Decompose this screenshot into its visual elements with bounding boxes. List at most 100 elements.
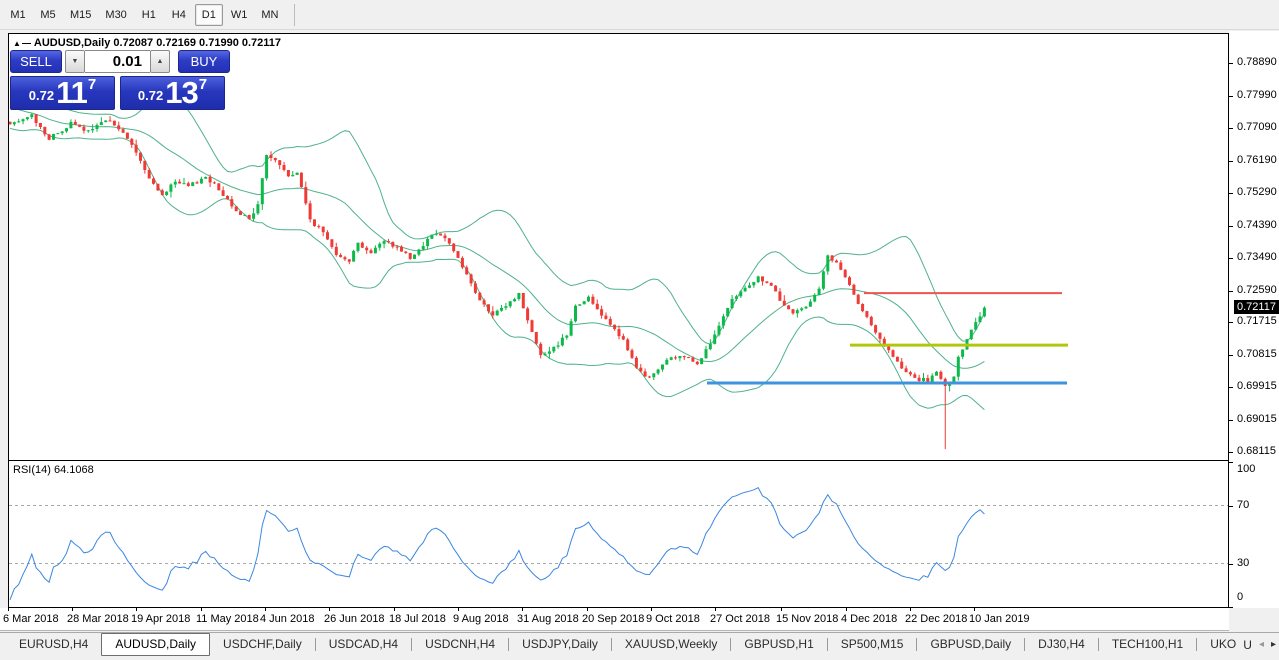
chart-tab-gbpusd[interactable]: GBPUSD,H1 [731,633,826,656]
timeframe-button-d1[interactable]: D1 [194,3,223,26]
candle-body [700,358,704,365]
candle-body [791,309,795,314]
candle-body [47,134,51,140]
ohlc-open: 0.72087 [113,37,154,49]
price-tick-label: 0.68115 [1237,445,1276,458]
candle-body [86,130,90,132]
timeframe-button-m5[interactable]: M5 [34,4,62,26]
date-tick-label: 28 Mar 2018 [67,613,129,625]
buy-button[interactable]: BUY [178,50,230,73]
volume-input[interactable]: 0.01 [85,50,150,73]
date-tick-label: 20 Sep 2018 [582,613,645,625]
buy-price-prefix: 0.72 [137,88,164,103]
candle-body [813,294,817,302]
price-tick-label: 0.69915 [1237,380,1277,393]
tab-scroll-left-icon[interactable]: ◂ [1259,639,1264,650]
date-tick-mark [201,608,202,611]
candle-body [608,318,612,325]
candle-body [234,206,238,212]
chart-tab-sp500[interactable]: SP500,M15 [828,633,917,656]
candle-body [226,195,229,200]
timeframe-button-m30[interactable]: M30 [99,4,132,26]
date-tick-label: 10 Jan 2019 [969,613,1030,625]
timeframe-button-h1[interactable]: H1 [135,4,163,26]
timeframe-button-m15[interactable]: M15 [64,4,97,26]
chart-tab-usdchf[interactable]: USDCHF,Daily [210,633,315,656]
candle-body [939,371,943,379]
chart-tab-eurusd[interactable]: EURUSD,H4 [6,633,101,656]
timeframe-button-w1[interactable]: W1 [225,4,254,26]
candle-body [839,262,843,270]
date-tick-mark [522,608,523,611]
candle-body [969,329,973,340]
candle-body [343,257,347,260]
sell-price-quote[interactable]: 0.72 11 7 [10,76,115,110]
chart-tab-usdjpy[interactable]: USDJPY,Daily [509,633,611,656]
date-tick-label: 11 May 2018 [196,613,259,625]
candle-body [473,283,477,293]
timeframe-button-m1[interactable]: M1 [4,4,32,26]
price-axis[interactable]: 0.78890 0.77990 0.77090 0.76190 0.75290 0.743… [1229,31,1279,608]
candle-body [682,356,686,358]
sell-button[interactable]: SELL [10,50,62,73]
candle-body [260,178,264,205]
chevron-up-icon: ▲ [156,58,164,65]
candle-body [82,126,86,131]
volume-decrease-button[interactable]: ▼ [65,50,85,73]
candle-body [221,190,225,196]
volume-increase-button[interactable]: ▲ [150,50,170,73]
price-tick-label: 0.77990 [1237,88,1277,101]
candle-body [265,155,269,179]
candle-body [208,177,212,183]
candle-body [569,321,573,336]
candle-body [748,285,751,288]
timeframe-button-h4[interactable]: H4 [165,4,193,26]
tab-scroll-right-icon[interactable]: ▸ [1271,639,1276,650]
candle-body [456,251,460,258]
chart-tab-gbpusd[interactable]: GBPUSD,Daily [917,633,1024,656]
candle-body [360,242,364,248]
candle-body [752,282,756,286]
candle-body [591,296,595,304]
buy-price-quote[interactable]: 0.72 13 7 [120,76,225,110]
rsi-tick-label: 70 [1237,498,1250,511]
candle-body [917,377,921,381]
candle-body [143,160,147,170]
candle-body [308,203,312,220]
candle-body [708,343,712,350]
candle-body [930,375,934,382]
chart-tab-usdcad[interactable]: USDCAD,H4 [316,633,411,656]
candle-body [565,335,569,338]
candle-body [434,233,438,235]
main-chart[interactable] [0,30,1229,608]
date-tick-label: 4 Dec 2018 [841,613,898,625]
candle-body [134,144,138,153]
candle-body [230,199,234,207]
candle-body [830,255,834,261]
candle-body [547,351,551,354]
candle-body [765,281,769,283]
price-tick-mark [1229,63,1233,65]
candle-body [517,293,521,299]
candle-body [848,277,851,285]
chart-tab-usdcnh[interactable]: USDCNH,H4 [412,633,508,656]
chart-tab-xauusd[interactable]: XAUUSD,Weekly [612,633,730,656]
date-axis[interactable]: 6 Mar 2018 28 Mar 2018 19 Apr 2018 11 May 2… [0,608,1229,631]
chart-tab-dj30[interactable]: DJ30,H4 [1025,633,1098,656]
chart-tab-tech100[interactable]: TECH100,H1 [1099,633,1196,656]
date-tick-mark [781,608,782,611]
chart-tab-audusd[interactable]: AUDUSD,Daily [101,633,211,656]
timeframe-button-mn[interactable]: MN [255,4,284,26]
date-tick-mark [715,608,716,611]
date-tick-mark [72,608,73,611]
candle-body [669,357,673,360]
candle-body [130,138,134,145]
candle-body [543,353,547,356]
rsi-tick-mark [1229,563,1233,565]
candle-body [500,307,503,311]
candle-body [382,241,386,244]
rsi-indicator-label: RSI(14) 64.1068 [13,464,94,476]
chart-tab-overflow[interactable]: U [1243,638,1252,652]
candle-body [552,346,556,352]
candle-body [191,182,195,186]
